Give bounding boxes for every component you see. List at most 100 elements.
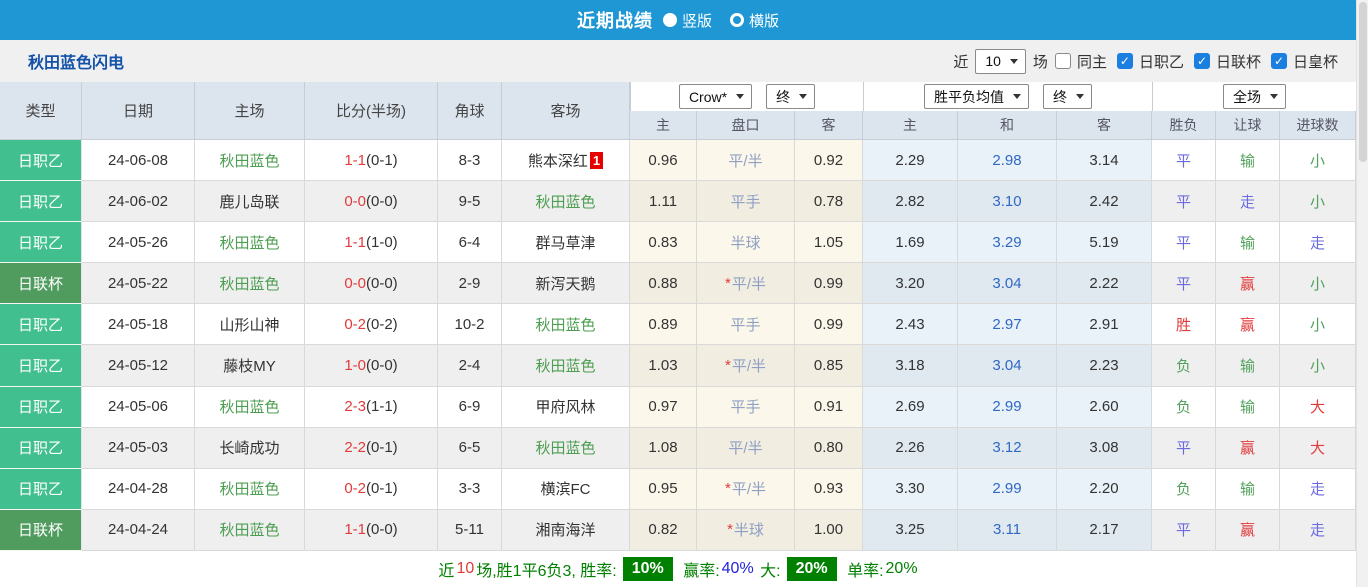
score-fulltime: 0-0 [344, 275, 366, 292]
chevron-down-icon [799, 94, 807, 99]
checkbox-label-1[interactable]: 日职乙 [1139, 51, 1184, 72]
cell-avg-draw: 2.98 [958, 140, 1057, 181]
cell-avg-away: 2.17 [1057, 510, 1152, 551]
page-title: 近期战绩 [577, 7, 653, 33]
handicap-text: 半球 [734, 519, 764, 540]
checkbox-label-2[interactable]: 日联杯 [1216, 51, 1261, 72]
sub-header-handicap-result: 让球 [1216, 111, 1280, 140]
scrollbar[interactable] [1356, 0, 1368, 587]
cell-corners: 5-11 [438, 510, 502, 551]
table-row: 日职乙24-05-12藤枝MY1-0(0-0)2-4秋田蓝色1.03*平/半0.… [0, 345, 1356, 386]
cell-date: 24-05-18 [82, 304, 195, 345]
cell-away-team: 秋田蓝色 [502, 181, 630, 222]
layout-radio-group: 竖版 横版 [663, 10, 779, 31]
recent-count-select[interactable]: 10 [975, 49, 1026, 74]
sub-header-result: 胜负 [1152, 111, 1216, 140]
odds-time-select-2[interactable]: 终 [1043, 84, 1092, 109]
cell-goals: 走 [1280, 510, 1356, 551]
cell-away-team: 湘南海洋 [502, 510, 630, 551]
radio-unselected-icon[interactable] [730, 13, 744, 27]
radio-horizontal-layout[interactable]: 横版 [730, 10, 779, 31]
cell-away-team: 甲府风林 [502, 387, 630, 428]
filter-controls: 近 10 场 同主✓日职乙✓日联杯✓日皇杯 [953, 49, 1342, 74]
cell-corners: 8-3 [438, 140, 502, 181]
col-header-corners: 角球 [438, 82, 502, 140]
cell-odds-home: 1.08 [630, 428, 697, 469]
table-row: 日联杯24-05-22秋田蓝色0-0(0-0)2-9新泻天鹅0.88*平/半0.… [0, 263, 1356, 304]
cell-avg-home: 3.25 [863, 510, 958, 551]
cell-odds-away: 0.99 [795, 304, 863, 345]
cell-result: 平 [1152, 428, 1216, 469]
match-scope-select[interactable]: 全场 [1223, 84, 1286, 109]
cell-match-type: 日职乙 [0, 181, 82, 222]
cell-handicap: 平/半 [697, 140, 795, 181]
cell-score: 1-1(1-0) [305, 222, 438, 263]
radio-selected-icon[interactable] [663, 13, 677, 27]
score-fulltime: 1-1 [344, 521, 366, 538]
cell-date: 24-05-12 [82, 345, 195, 386]
away-team-name: 湘南海洋 [535, 519, 595, 540]
score-halftime: (1-0) [366, 234, 398, 251]
avg-odds-select[interactable]: 胜平负均值 [924, 84, 1029, 109]
table-row: 日联杯24-04-24秋田蓝色1-1(0-0)5-11湘南海洋0.82*半球1.… [0, 510, 1356, 551]
summary-segment-8: 单率: [843, 557, 884, 581]
cell-avg-draw: 3.04 [958, 263, 1057, 304]
cell-avg-draw: 2.97 [958, 304, 1057, 345]
cell-avg-draw: 3.11 [958, 510, 1057, 551]
radio-vertical-label[interactable]: 竖版 [682, 10, 712, 31]
cell-handicap: *平/半 [697, 263, 795, 304]
score-fulltime: 1-1 [344, 152, 366, 169]
cell-avg-home: 2.43 [863, 304, 958, 345]
cell-corners: 9-5 [438, 181, 502, 222]
cell-odds-away: 0.78 [795, 181, 863, 222]
cell-handicap-result: 走 [1216, 181, 1280, 222]
checkbox-row: 同主 ✓ 日职乙 ✓ 日联杯 ✓ 日皇杯 [1055, 51, 1342, 72]
away-team-name: 秋田蓝色 [535, 314, 595, 335]
table-row: 日职乙24-05-18山形山神0-2(0-2)10-2秋田蓝色0.89平手0.9… [0, 304, 1356, 345]
checkbox-0[interactable] [1055, 53, 1071, 69]
bookmaker-select[interactable]: Crow* [679, 84, 752, 109]
cell-result: 平 [1152, 181, 1216, 222]
cell-odds-away: 0.91 [795, 387, 863, 428]
scrollbar-thumb[interactable] [1359, 2, 1367, 162]
chevron-down-icon [1076, 94, 1084, 99]
cell-corners: 3-3 [438, 469, 502, 510]
cell-home-team: 秋田蓝色 [195, 140, 305, 181]
score-halftime: (0-0) [366, 521, 398, 538]
cell-avg-home: 3.20 [863, 263, 958, 304]
table-row: 日职乙24-05-06秋田蓝色2-3(1-1)6-9甲府风林0.97平手0.91… [0, 387, 1356, 428]
cell-handicap-result: 输 [1216, 140, 1280, 181]
cell-match-type: 日职乙 [0, 304, 82, 345]
checkbox-label-0[interactable]: 同主 [1077, 51, 1107, 72]
cell-date: 24-04-24 [82, 510, 195, 551]
radio-vertical-layout[interactable]: 竖版 [663, 10, 712, 31]
cell-score: 2-3(1-1) [305, 387, 438, 428]
odds-time-select-1[interactable]: 终 [766, 84, 815, 109]
cell-goals: 大 [1280, 428, 1356, 469]
cell-odds-home: 1.11 [630, 181, 697, 222]
radio-horizontal-label[interactable]: 横版 [749, 10, 779, 31]
cell-date: 24-05-03 [82, 428, 195, 469]
cell-avg-draw: 3.04 [958, 345, 1057, 386]
cell-odds-away: 0.92 [795, 140, 863, 181]
cell-corners: 10-2 [438, 304, 502, 345]
cell-odds-home: 1.03 [630, 345, 697, 386]
cell-odds-home: 0.88 [630, 263, 697, 304]
team-name: 秋田蓝色闪电 [28, 49, 124, 73]
summary-segment-4: 赢率: [679, 557, 720, 581]
checkbox-1[interactable]: ✓ [1117, 53, 1133, 69]
cell-match-type: 日职乙 [0, 469, 82, 510]
sub-header-goals: 进球数 [1280, 111, 1356, 140]
cell-score: 0-0(0-0) [305, 181, 438, 222]
checkbox-label-3[interactable]: 日皇杯 [1293, 51, 1338, 72]
summary-segment-3: 10% [623, 557, 673, 581]
checkbox-2[interactable]: ✓ [1194, 53, 1210, 69]
score-fulltime: 1-0 [344, 357, 366, 374]
summary-segment-9: 20% [886, 560, 918, 578]
cell-odds-home: 0.83 [630, 222, 697, 263]
col-header-home: 主场 [195, 82, 305, 140]
checkbox-3[interactable]: ✓ [1271, 53, 1287, 69]
cell-score: 1-1(0-1) [305, 140, 438, 181]
cell-odds-away: 1.00 [795, 510, 863, 551]
cell-odds-away: 0.99 [795, 263, 863, 304]
